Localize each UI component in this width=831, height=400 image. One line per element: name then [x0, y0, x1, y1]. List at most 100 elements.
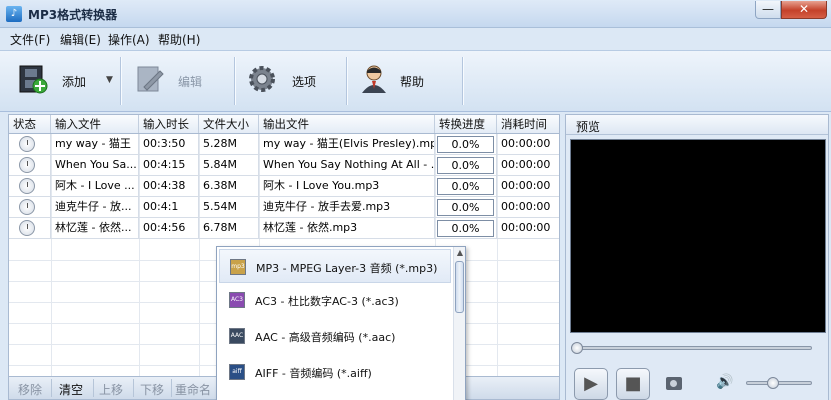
preview-title: 预览 [576, 120, 601, 134]
footer-separator [51, 379, 52, 397]
table-row[interactable]: my way - 猫王 00:3:50 5.28M my way - 猫王(El… [9, 134, 559, 155]
format-label: AAC - 高级音频编码 (*.aac) [255, 331, 396, 344]
progress-box: 0.0% [437, 136, 494, 153]
clock-icon [19, 199, 35, 215]
seek-thumb[interactable] [571, 342, 583, 354]
close-button[interactable]: ✕ [781, 1, 827, 19]
options-label: 选项 [292, 75, 317, 89]
duration-cell: 00:4:15 [139, 155, 199, 175]
menu-help[interactable]: 帮助(H) [158, 31, 200, 48]
footer-separator [171, 379, 172, 397]
size-cell: 5.84M [199, 155, 259, 175]
add-button[interactable]: 添加 ▼ [8, 51, 120, 111]
menu-bar: 文件(F) 编辑(E) 操作(A) 帮助(H) [0, 28, 831, 50]
col-status[interactable]: 状态 [9, 115, 51, 133]
format-label: MP3 - MPEG Layer-3 音频 (*.mp3) [256, 262, 438, 275]
camera-icon[interactable] [666, 377, 682, 390]
elapsed-cell: 00:00:00 [501, 179, 551, 192]
menu-edit[interactable]: 编辑(E) [60, 31, 101, 48]
size-cell: 6.78M [199, 218, 259, 238]
input-file-cell: 林忆莲 - 依然... [51, 218, 139, 238]
help-button[interactable]: 帮助 [352, 51, 456, 111]
scrollbar-thumb[interactable] [455, 261, 464, 313]
menu-action[interactable]: 操作(A) [108, 31, 150, 48]
table-row[interactable]: 迪克牛仔 - 放... 00:4:1 5.54M 迪克牛仔 - 放手去爱.mp3… [9, 197, 559, 218]
play-button[interactable]: ▶ [574, 368, 608, 400]
size-cell: 5.54M [199, 197, 259, 217]
volume-slider[interactable] [746, 377, 812, 389]
ac3-file-icon: AC3 [229, 292, 245, 308]
app-window: ♪ MP3格式转换器 — ✕ 文件(F) 编辑(E) 操作(A) 帮助(H) 添… [0, 0, 831, 400]
table-row[interactable]: When You Sa... 00:4:15 5.84M When You Sa… [9, 155, 559, 176]
duration-cell: 00:4:38 [139, 176, 199, 196]
play-icon: ▶ [584, 373, 598, 394]
format-option-aac[interactable]: AAC AAC - 高级音频编码 (*.aac) [219, 319, 451, 353]
aac-file-icon: AAC [229, 328, 245, 344]
options-button[interactable]: 选项 [240, 51, 344, 111]
window-title: MP3格式转换器 [28, 8, 118, 22]
progress-box: 0.0% [437, 157, 494, 174]
preview-panel: 预览 ▶ ■ 🔊 [565, 114, 829, 400]
elapsed-cell: 00:00:00 [501, 158, 551, 171]
duration-cell: 00:3:50 [139, 134, 199, 154]
edit-pencil-icon [137, 66, 164, 92]
col-file-size[interactable]: 文件大小 [199, 115, 259, 133]
progress-box: 0.0% [437, 199, 494, 216]
size-cell: 5.28M [199, 134, 259, 154]
output-format-dropdown: mp3 MP3 - MPEG Layer-3 音频 (*.mp3) AC3 AC… [216, 246, 466, 400]
col-input-file[interactable]: 输入文件 [51, 115, 139, 133]
clock-icon [19, 178, 35, 194]
table-row[interactable]: 阿木 - I Love ... 00:4:38 6.38M 阿木 - I Lov… [9, 176, 559, 197]
move-down-button[interactable]: 下移 [140, 381, 164, 398]
dropdown-scrollbar[interactable]: ▲ [453, 247, 465, 400]
toolbar-separator [234, 57, 235, 105]
format-label: AIFF - 音频编码 (*.aiff) [255, 367, 372, 380]
col-progress[interactable]: 转换进度 [435, 115, 497, 133]
mp3-file-icon: mp3 [230, 259, 246, 275]
col-output-file[interactable]: 输出文件 [259, 115, 435, 133]
duration-cell: 00:4:1 [139, 197, 199, 217]
volume-thumb[interactable] [767, 377, 779, 389]
seek-slider[interactable] [571, 342, 812, 354]
output-file-cell: When You Say Nothing At All - ... [259, 155, 435, 175]
elapsed-cell: 00:00:00 [501, 200, 551, 213]
elapsed-cell: 00:00:00 [501, 221, 551, 234]
format-option-aiff[interactable]: aiff AIFF - 音频编码 (*.aiff) [219, 355, 451, 389]
menu-file[interactable]: 文件(F) [10, 31, 50, 48]
edit-button[interactable]: 编辑 [128, 51, 228, 111]
input-file-cell: 阿木 - I Love ... [51, 176, 139, 196]
clock-icon [19, 220, 35, 236]
toolbar: 添加 ▼ 编辑 选项 帮助 [0, 50, 831, 112]
add-film-icon [19, 65, 48, 94]
output-file-cell: my way - 猫王(Elvis Presley).mp3 [259, 134, 435, 154]
elapsed-cell: 00:00:00 [501, 137, 551, 150]
format-option-mp3[interactable]: mp3 MP3 - MPEG Layer-3 音频 (*.mp3) [219, 249, 451, 283]
clock-icon [19, 157, 35, 173]
footer-separator [93, 379, 94, 397]
output-file-cell: 迪克牛仔 - 放手去爱.mp3 [259, 197, 435, 217]
rename-button[interactable]: 重命名 [175, 381, 211, 398]
stop-button[interactable]: ■ [616, 368, 650, 400]
volume-icon[interactable]: 🔊 [716, 374, 733, 390]
format-label: AC3 - 杜比数字AC-3 (*.ac3) [255, 295, 399, 308]
chevron-down-icon[interactable]: ▼ [106, 75, 113, 85]
aiff-file-icon: aiff [229, 364, 245, 380]
duration-cell: 00:4:56 [139, 218, 199, 238]
file-list-header: 状态 输入文件 输入时长 文件大小 输出文件 转换进度 消耗时间 [8, 114, 560, 134]
toolbar-separator [346, 57, 347, 105]
minimize-button[interactable]: — [755, 1, 781, 19]
progress-box: 0.0% [437, 178, 494, 195]
format-option-ac3[interactable]: AC3 AC3 - 杜比数字AC-3 (*.ac3) [219, 283, 451, 317]
col-elapsed[interactable]: 消耗时间 [497, 115, 559, 133]
table-row[interactable]: 林忆莲 - 依然... 00:4:56 6.78M 林忆莲 - 依然.mp3 0… [9, 218, 559, 239]
remove-button[interactable]: 移除 [18, 381, 42, 398]
clear-button[interactable]: 清空 [59, 381, 83, 398]
move-up-button[interactable]: 上移 [99, 381, 123, 398]
progress-box: 0.0% [437, 220, 494, 237]
edit-label: 编辑 [178, 75, 203, 89]
scroll-up-icon[interactable]: ▲ [456, 249, 464, 257]
col-input-duration[interactable]: 输入时长 [139, 115, 199, 133]
preview-header: 预览 [566, 115, 828, 135]
stop-icon: ■ [624, 373, 642, 394]
video-screen [570, 139, 826, 333]
